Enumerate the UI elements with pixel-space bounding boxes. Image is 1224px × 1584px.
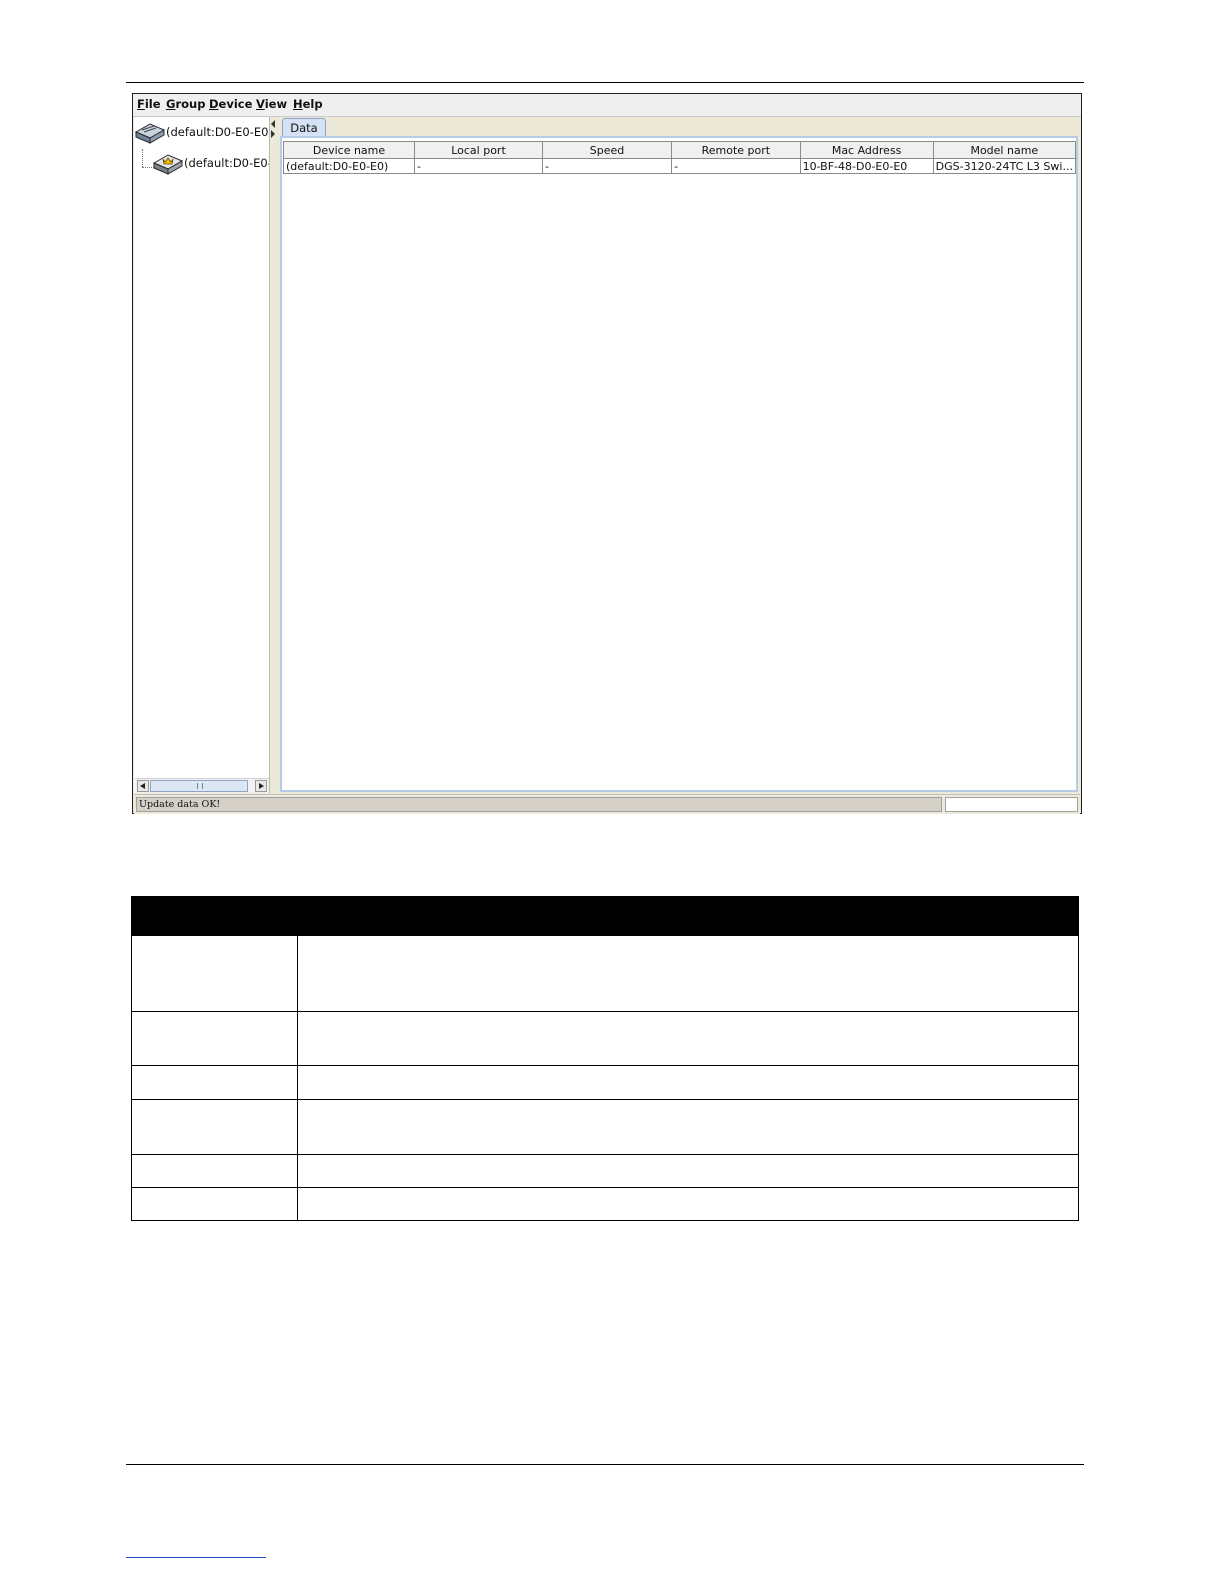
table-cell [131, 935, 298, 1012]
column-header[interactable]: Speed [541, 141, 673, 159]
menu-file[interactable]: File [137, 97, 161, 111]
scroll-left-button[interactable] [137, 780, 149, 792]
table-header-row: Device name Local port Speed Remote port… [282, 141, 1077, 159]
switch-device-master-icon [152, 149, 184, 177]
column-header[interactable]: Mac Address [799, 141, 934, 159]
arrow-left-icon [140, 783, 145, 789]
table-cell [131, 1187, 298, 1221]
table-cell [131, 1099, 298, 1155]
device-data-table: Device name Local port Speed Remote port… [282, 141, 1077, 174]
device-tree-pane: (default:D0-E0-E0) (default:D0-E0-E [134, 117, 270, 793]
tab-panel: Device name Local port Speed Remote port… [280, 136, 1078, 792]
tab-data[interactable]: Data [282, 118, 326, 137]
expand-right-icon[interactable] [271, 130, 275, 138]
table-cell: - [541, 158, 673, 174]
table-cell [297, 935, 1079, 1012]
switch-device-icon [134, 119, 166, 145]
table-cell: - [671, 158, 801, 174]
scroll-thumb[interactable] [150, 780, 248, 792]
table-row [131, 1154, 1079, 1188]
table-cell [131, 1011, 298, 1066]
menu-view[interactable]: View [256, 97, 287, 111]
table-cell [297, 1187, 1079, 1221]
table-row [131, 1065, 1079, 1100]
menu-bar: File Group Device View Help [133, 94, 1081, 117]
table-row [131, 1099, 1079, 1155]
application-window: File Group Device View Help (default:D0-… [132, 93, 1082, 814]
menu-help[interactable]: Help [293, 97, 323, 111]
tree-horizontal-scrollbar[interactable] [135, 778, 269, 793]
table-cell [297, 1099, 1079, 1155]
column-header[interactable]: Device name [282, 141, 416, 159]
table-cell: (default:D0-E0-E0) [282, 158, 416, 174]
tree-node-root[interactable]: (default:D0-E0-E0) [134, 119, 268, 145]
table-cell: - [414, 158, 543, 174]
tree-connector [142, 149, 143, 167]
header-rule [126, 82, 1084, 83]
tree-node-child[interactable]: (default:D0-E0-E [152, 149, 269, 177]
table-cell [297, 1065, 1079, 1100]
scroll-right-button[interactable] [255, 780, 267, 792]
footer-link-underline [126, 1557, 266, 1558]
table-row [131, 935, 1079, 1012]
table-row [131, 1187, 1079, 1221]
status-secondary-box [945, 797, 1078, 812]
table-header-row [131, 896, 1079, 936]
data-pane: Data Device name Local port Speed Remote… [278, 117, 1080, 793]
table-row [131, 1011, 1079, 1066]
header-cell [297, 896, 1079, 936]
column-header[interactable]: Remote port [671, 141, 801, 159]
description-table [131, 896, 1079, 1221]
column-header[interactable]: Model name [932, 141, 1077, 159]
tree-node-root-label: (default:D0-E0-E0) [166, 125, 268, 139]
footer-rule [126, 1464, 1084, 1465]
table-cell: 10-BF-48-D0-E0-E0 [799, 158, 934, 174]
status-message-box: Update data OK! [136, 797, 942, 812]
menu-group[interactable]: Group [166, 97, 205, 111]
menu-device[interactable]: Device [209, 97, 252, 111]
table-cell: DGS-3120-24TC L3 Swi... [932, 158, 1077, 174]
table-row[interactable]: (default:D0-E0-E0) - - - 10-BF-48-D0-E0-… [282, 158, 1077, 174]
table-cell [131, 1154, 298, 1188]
table-cell [131, 1065, 298, 1100]
column-header[interactable]: Local port [414, 141, 543, 159]
grip-icon [197, 783, 203, 789]
table-cell [297, 1154, 1079, 1188]
header-cell [131, 896, 298, 936]
table-cell [297, 1011, 1079, 1066]
tree-node-child-label: (default:D0-E0-E [184, 156, 269, 170]
pane-splitter[interactable] [270, 117, 278, 793]
collapse-left-icon[interactable] [271, 120, 275, 128]
status-bar: Update data OK! [134, 794, 1080, 814]
status-message: Update data OK! [139, 799, 221, 810]
arrow-right-icon [259, 783, 264, 789]
